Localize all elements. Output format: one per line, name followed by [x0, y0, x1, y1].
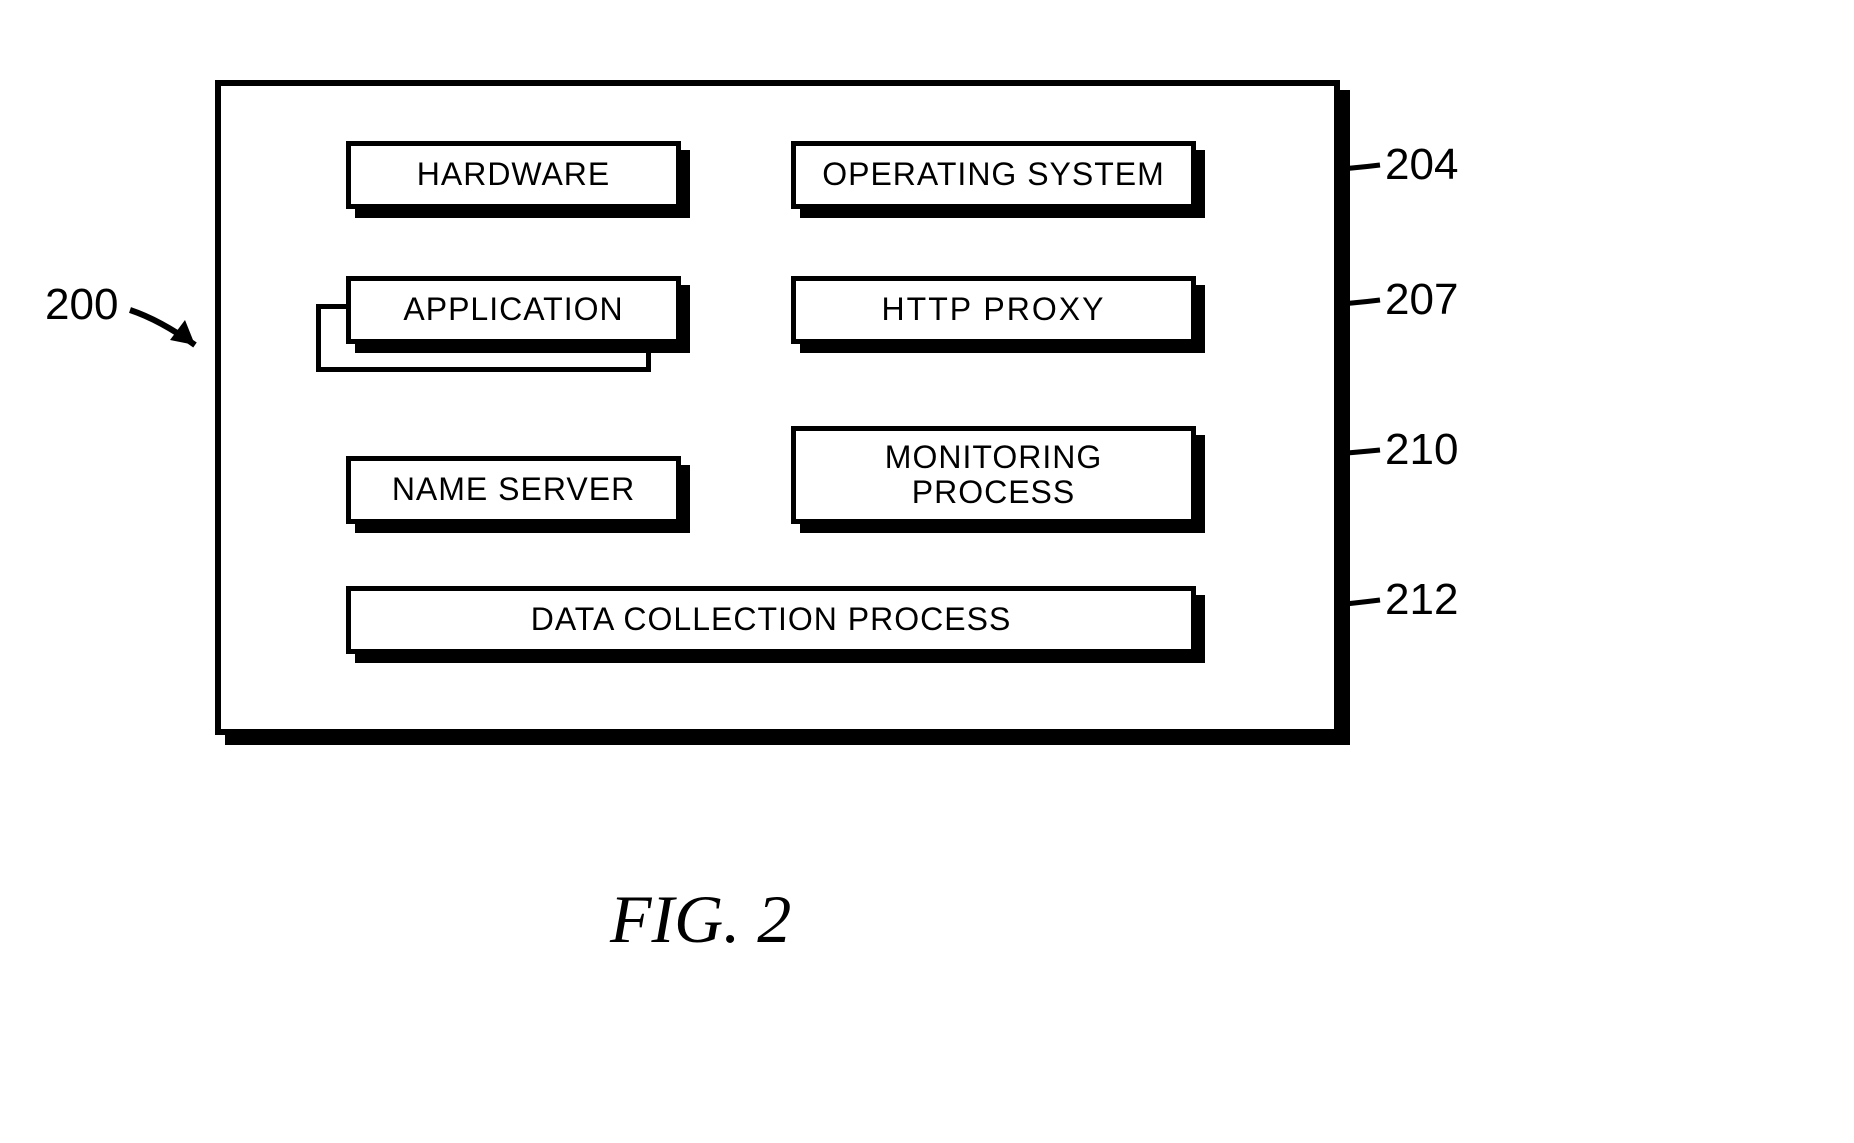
- http-proxy-label: HTTP PROXY: [882, 292, 1106, 327]
- data-collection-process-box: DATA COLLECTION PROCESS: [346, 586, 1196, 654]
- application-box: APPLICATION: [346, 276, 681, 344]
- operating-system-box: OPERATING SYSTEM: [791, 141, 1196, 209]
- system-container: HARDWARE OPERATING SYSTEM APPLICATION HT…: [215, 80, 1340, 735]
- application-label: APPLICATION: [403, 292, 623, 327]
- ref-http-proxy: 207: [1385, 275, 1458, 325]
- ref-container: 200: [45, 280, 118, 330]
- figure-caption: FIG. 2: [610, 880, 791, 959]
- data-collection-process-label: DATA COLLECTION PROCESS: [531, 602, 1012, 637]
- http-proxy-box: HTTP PROXY: [791, 276, 1196, 344]
- ref-operating-system: 204: [1385, 140, 1458, 190]
- ref-monitoring: 210: [1385, 425, 1458, 475]
- operating-system-label: OPERATING SYSTEM: [822, 157, 1165, 192]
- hardware-label: HARDWARE: [417, 157, 610, 192]
- hardware-box: HARDWARE: [346, 141, 681, 209]
- name-server-label: NAME SERVER: [392, 472, 635, 507]
- monitoring-process-label: MONITORING PROCESS: [806, 440, 1181, 510]
- name-server-box: NAME SERVER: [346, 456, 681, 524]
- ref-data-collection: 212: [1385, 575, 1458, 625]
- monitoring-process-box: MONITORING PROCESS: [791, 426, 1196, 524]
